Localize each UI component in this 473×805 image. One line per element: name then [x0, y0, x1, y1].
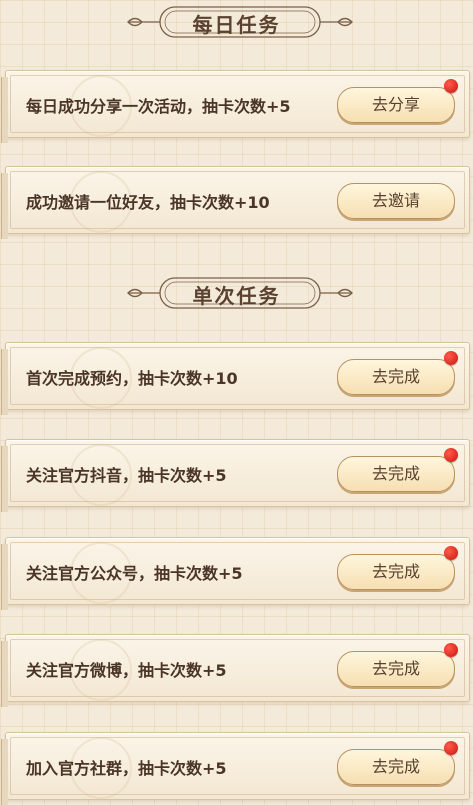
task-card-community: 加入官方社群，抽卡次数+5 去完成 — [1, 732, 470, 805]
once-tasks-title: 单次任务 — [192, 284, 281, 308]
button-label: 去分享 — [371, 95, 420, 114]
button-label: 去完成 — [371, 659, 420, 678]
once-tasks-header: 单次任务 — [0, 273, 473, 313]
notification-dot — [444, 741, 458, 755]
task-text: 关注官方抖音，抽卡次数+5 — [26, 466, 227, 485]
task-text: 关注官方微博，抽卡次数+5 — [26, 661, 227, 680]
button-label: 去邀请 — [371, 191, 420, 210]
daily-tasks-title: 每日任务 — [192, 13, 281, 37]
task-text: 加入官方社群，抽卡次数+5 — [26, 759, 227, 778]
task-text: 首次完成预约，抽卡次数+10 — [26, 369, 238, 388]
daily-tasks-header: 每日任务 — [0, 2, 473, 42]
task-card-weibo: 关注官方微博，抽卡次数+5 去完成 — [1, 634, 470, 707]
button-label: 去完成 — [371, 367, 420, 386]
task-card-wechat: 关注官方公众号，抽卡次数+5 去完成 — [1, 537, 470, 610]
complete-button[interactable]: 去完成 — [337, 546, 458, 590]
task-text: 每日成功分享一次活动，抽卡次数+5 — [26, 97, 291, 116]
notification-dot — [444, 351, 458, 365]
notification-dot — [444, 448, 458, 462]
task-card-reservation: 首次完成预约，抽卡次数+10 去完成 — [1, 342, 470, 415]
notification-dot — [444, 643, 458, 657]
complete-button[interactable]: 去完成 — [337, 643, 458, 687]
invite-button[interactable]: 去邀请 — [337, 183, 455, 219]
notification-dot — [444, 546, 458, 560]
task-card-invite: 成功邀请一位好友，抽卡次数+10 去邀请 — [1, 166, 470, 239]
task-text: 成功邀请一位好友，抽卡次数+10 — [26, 193, 270, 212]
complete-button[interactable]: 去完成 — [337, 351, 458, 395]
button-label: 去完成 — [371, 757, 420, 776]
button-label: 去完成 — [371, 464, 420, 483]
complete-button[interactable]: 去完成 — [337, 448, 458, 492]
complete-button[interactable]: 去完成 — [337, 741, 458, 785]
task-text: 关注官方公众号，抽卡次数+5 — [26, 564, 243, 583]
button-label: 去完成 — [371, 562, 420, 581]
share-button[interactable]: 去分享 — [337, 79, 458, 123]
task-card-douyin: 关注官方抖音，抽卡次数+5 去完成 — [1, 439, 470, 512]
task-card-share: 每日成功分享一次活动，抽卡次数+5 去分享 — [1, 70, 470, 143]
notification-dot — [444, 79, 458, 93]
